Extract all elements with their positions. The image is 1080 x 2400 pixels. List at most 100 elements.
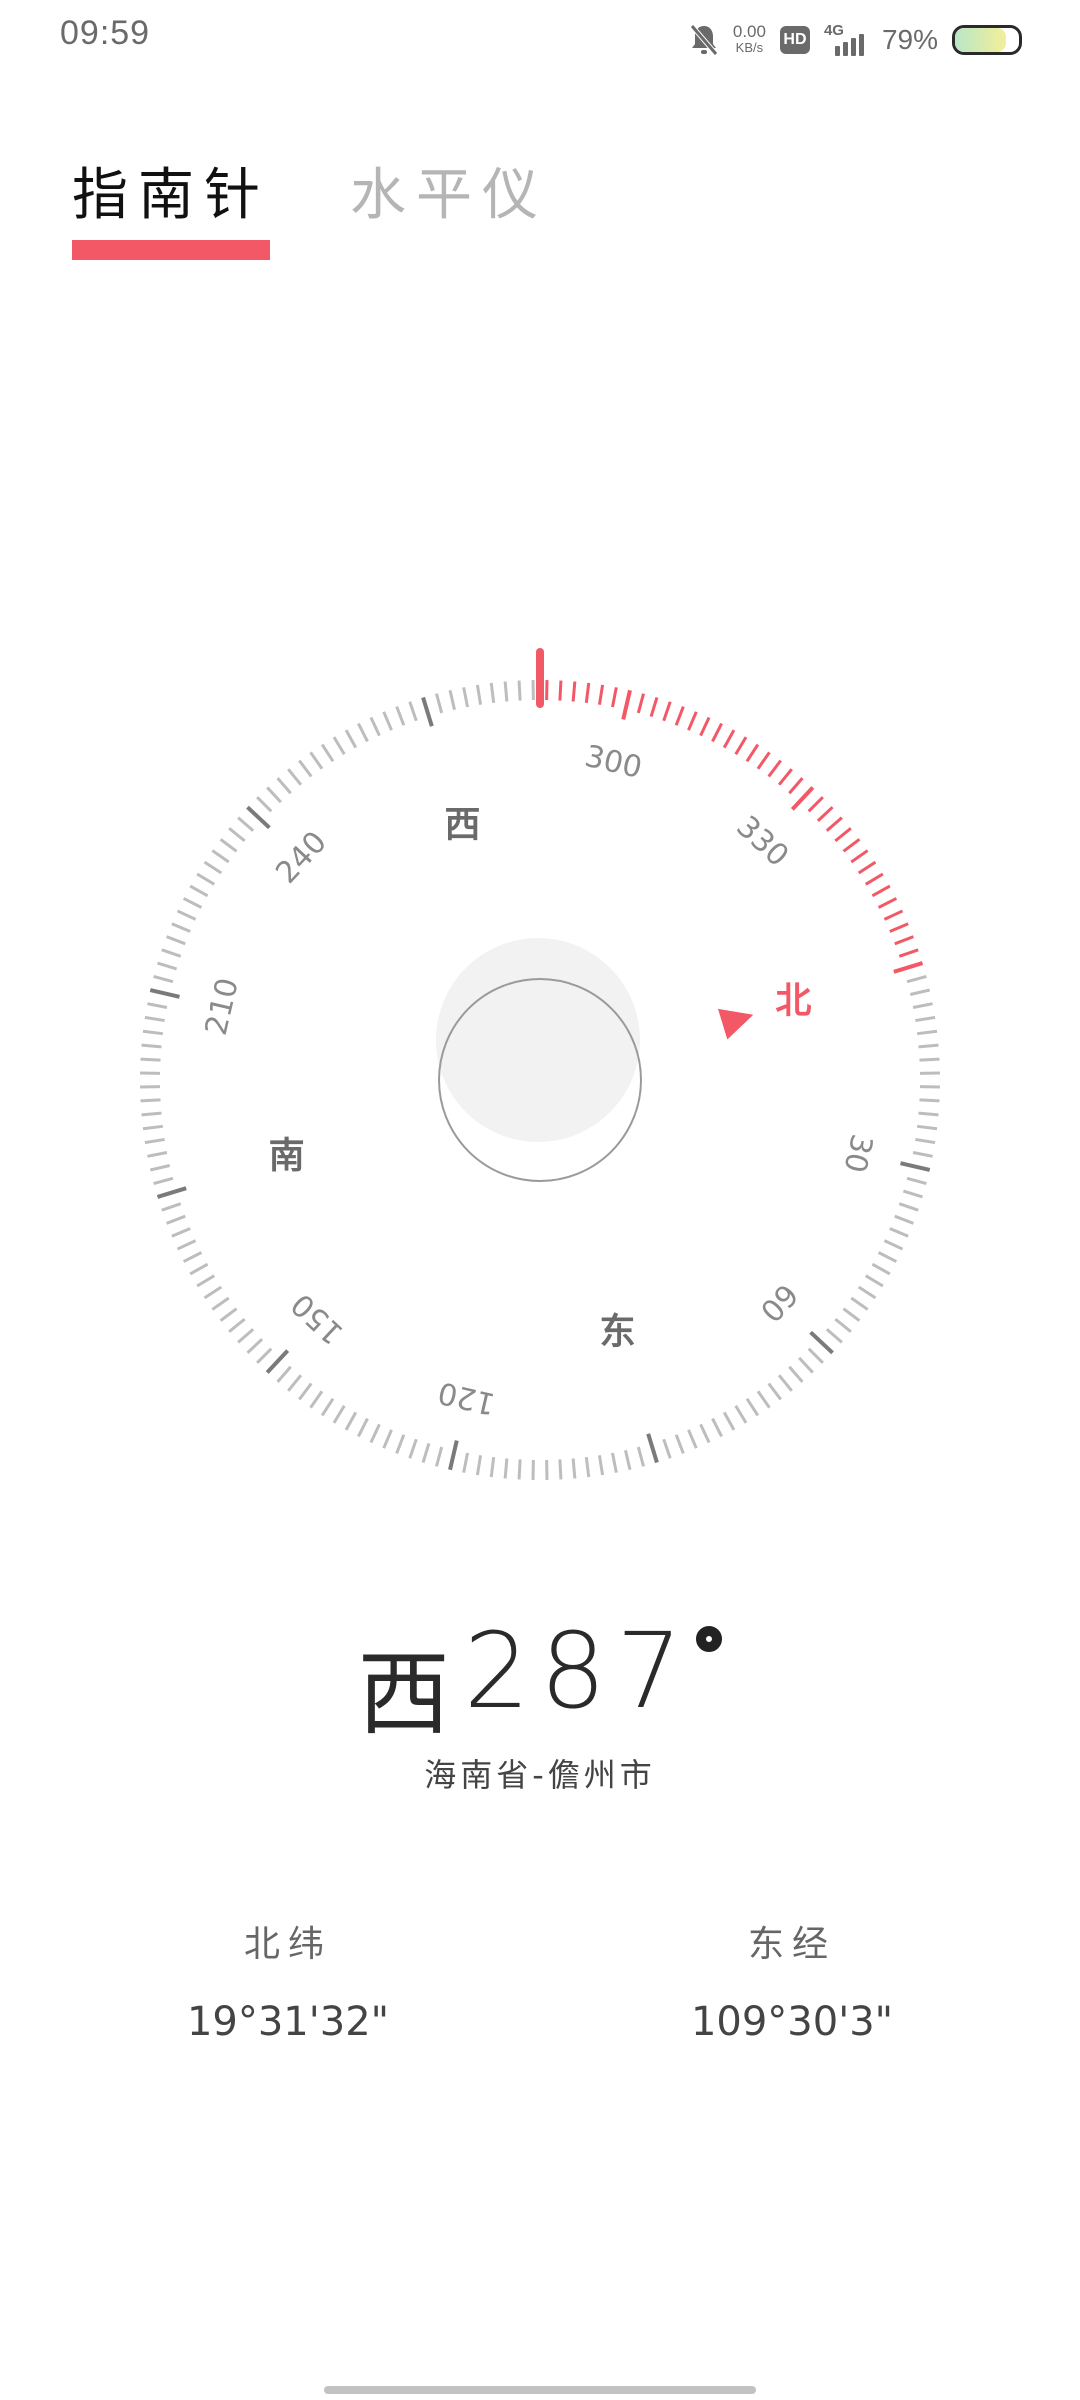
dial-tick [237,1328,255,1344]
dial-tick [287,768,303,786]
dial-tick [435,693,444,714]
dial-tick [915,1137,936,1145]
dial-tick [877,1251,898,1263]
status-time: 09:59 [60,14,151,52]
compass-dial: 30 60 120 150 210 240 300 330 北东 南 西 [0,600,1080,1500]
dial-tick [276,1365,292,1383]
dial-tick [382,1429,393,1449]
heading-degrees: 287 [463,1610,693,1732]
dial-tick [140,1057,161,1062]
dial-tick [287,1374,303,1392]
compass-svg: 30 60 120 150 210 240 300 330 北东 南 西 [140,648,940,1480]
dial-tick [894,1214,914,1225]
dial-tick [332,1404,346,1424]
dial-tick [734,736,748,756]
dial-tick [611,687,618,708]
dial-tick [219,838,238,853]
dial-tick [571,1458,577,1479]
dial-tick [825,1328,843,1344]
dial-tick [171,922,191,933]
latitude-block: 北纬 19°31'32" [138,1915,438,2045]
latitude-value: 19°31'32" [186,1999,390,2045]
net-speed-value: 0.00 [732,22,766,41]
dial-tick [893,961,924,974]
dial-tick [906,975,927,984]
dial-tick [369,716,381,737]
dial-tick [777,1374,793,1392]
dial-tick [166,935,186,946]
degree-label: 60 [753,1276,805,1328]
dial-tick [203,860,223,875]
dial-tick [864,872,884,886]
dial-tick [857,1285,877,1300]
dial-tick [857,860,877,875]
dial-tick [203,1285,223,1300]
dial-tick [687,711,698,731]
dial-tick [662,701,672,722]
dial-tick [918,1111,939,1117]
dial-tick [475,1455,483,1476]
dial-tick [503,681,509,702]
dial-tick [649,697,659,718]
dial-tick [798,1356,814,1374]
dial-tick [309,751,324,770]
dial-tick [448,1440,459,1471]
dial-tick [176,909,197,921]
degree-label: 300 [581,739,645,786]
dial-tick [674,1434,685,1454]
dial-tick [298,759,313,778]
dial-tick [850,849,869,864]
dial-tick [597,1455,605,1476]
dial-tick [265,1349,290,1374]
dial-tick [912,1002,933,1009]
dial-tick [196,1274,216,1288]
dial-tick [189,1262,209,1276]
dial-tick [142,1124,164,1131]
dial-tick [462,1452,469,1473]
dial-tick [228,827,246,843]
dial-tick [142,1029,164,1036]
dial-tick [584,682,591,704]
dial-tick [767,759,782,778]
dial-tick [889,922,909,933]
longitude-label: 东经 [747,1924,836,1965]
dial-tick [435,1446,444,1467]
tab-bar: 指南针 水平仪 [72,150,548,231]
dial-tick [475,684,483,705]
dial-tick [918,1043,939,1049]
dial-tick [919,1057,940,1062]
dial-tick [309,1390,324,1409]
dial-tick [877,897,898,909]
dial-tick [369,1423,381,1444]
signal-icon: 4G [823,22,868,56]
heading-readout: 西 287 [0,1610,1080,1748]
dial-tick [621,689,632,720]
dial-tick [462,687,469,708]
degree-symbol-icon [696,1626,723,1652]
mute-bell-icon [689,24,718,56]
dial-tick [147,1002,168,1009]
dial-tick [883,909,904,921]
tab-compass[interactable]: 指南针 [72,150,270,231]
dial-tick [246,1338,264,1354]
home-indicator[interactable] [324,2386,756,2394]
battery-icon [952,25,1022,55]
dial-tick [408,1438,418,1459]
dial-tick [256,796,273,813]
longitude-value: 109°30'3" [690,1999,894,2045]
active-tab-indicator [72,240,270,260]
dial-tick [256,1347,273,1364]
dial-tick [357,722,369,743]
dial-tick [149,988,180,999]
dial-tick [489,682,496,704]
tab-level[interactable]: 水平仪 [350,150,548,231]
dial-tick [734,1404,748,1424]
dial-tick [636,693,645,714]
dial-tick [298,1382,313,1401]
dial-tick [722,1411,736,1431]
network-type-label: 4G [823,22,844,39]
dial-tick [196,872,216,886]
dial-tick [915,1015,936,1023]
degree-label: 330 [729,809,795,874]
dial-tick [834,827,852,843]
